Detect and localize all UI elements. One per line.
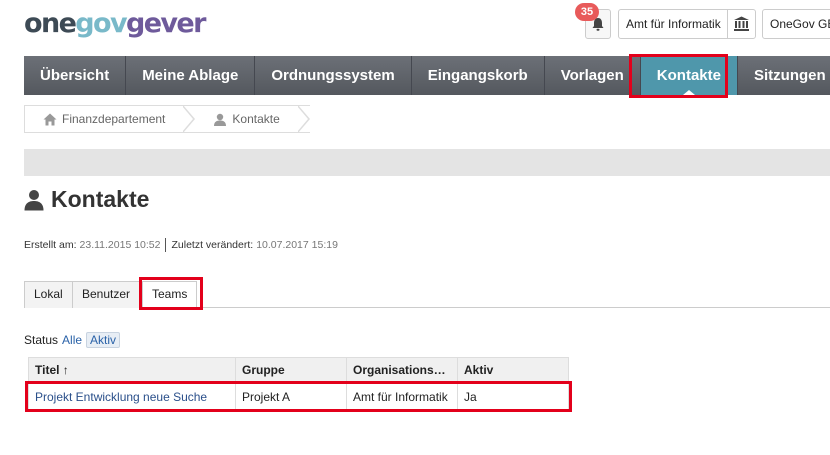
tab-lokal[interactable]: Lokal [24,281,73,308]
admin-unit-selector[interactable]: OneGov GEVER [762,9,830,39]
status-filter-aktiv[interactable]: Aktiv [86,332,121,348]
main-nav: Übersicht Meine Ablage Ordnungssystem Ei… [24,56,830,95]
team-title-link[interactable]: Projekt Entwicklung neue Suche [28,382,236,411]
user-icon [214,113,227,126]
breadcrumb-separator [182,105,196,133]
actions-bar [24,149,830,176]
building-icon [727,10,755,38]
breadcrumb-label: Kontakte [232,112,280,126]
column-header-gruppe[interactable]: Gruppe [235,357,347,383]
nav-item-vorlagen[interactable]: Vorlagen [545,56,641,95]
created-value: 23.11.2015 10:52 [79,239,161,251]
home-icon [43,113,57,125]
nav-item-uebersicht[interactable]: Übersicht [24,56,127,95]
table-header-row: Titel ↑ Gruppe Organisations… Aktiv [28,357,569,383]
status-filter-alle[interactable]: Alle [62,333,82,347]
breadcrumb-item-finanzdepartement[interactable]: Finanzdepartement [25,106,184,132]
logo-part-gov: gov [75,8,127,39]
breadcrumb-item-kontakte[interactable]: Kontakte [195,106,298,132]
modified-value: 10.07.2017 15:19 [256,239,338,251]
contact-tabs: Lokal Benutzer Teams [24,281,830,309]
logo-part-gever: gever [125,8,206,39]
team-group-cell: Projekt A [235,382,347,411]
column-header-organisation[interactable]: Organisations… [346,357,458,383]
team-active-cell: Ja [457,382,569,411]
nav-item-sitzungen[interactable]: Sitzungen [738,56,830,95]
nav-item-ordnungssystem[interactable]: Ordnungssystem [255,56,412,95]
org-unit-selector[interactable]: Amt für Informatik [618,9,756,39]
column-header-titel[interactable]: Titel ↑ [28,357,236,383]
breadcrumb-label: Finanzdepartement [62,112,166,126]
logo-part-one: one [24,8,77,39]
tab-benutzer[interactable]: Benutzer [72,281,141,308]
tab-teams[interactable]: Teams [142,281,198,309]
status-filter-label: Status [24,333,59,347]
onegovgever-logo[interactable]: onegovgever [24,8,206,39]
notifications-count-badge: 35 [575,3,599,21]
breadcrumb: Finanzdepartement Kontakte [24,105,310,133]
org-unit-label: Amt für Informatik [626,17,721,31]
page-heading: Kontakte [24,186,149,213]
metadata-divider [165,238,167,252]
modified-label: Zuletzt verändert: [171,239,254,251]
table-row[interactable]: Projekt Entwicklung neue Suche Projekt A… [28,382,569,411]
column-header-aktiv[interactable]: Aktiv [457,357,569,383]
nav-item-eingangskorb[interactable]: Eingangskorb [412,56,545,95]
created-label: Erstellt am: [24,239,77,251]
team-org-unit-cell: Amt für Informatik [346,382,458,411]
page-title: Kontakte [51,186,150,212]
document-metadata: Erstellt am: 23.11.2015 10:52 Zuletzt ve… [24,238,338,252]
nav-item-kontakte[interactable]: Kontakte [640,56,738,95]
breadcrumb-separator [296,105,310,133]
contact-person-icon [24,189,44,210]
nav-item-meine-ablage[interactable]: Meine Ablage [126,56,256,95]
status-filter: Status Alle Aktiv [24,332,121,348]
teams-table: Titel ↑ Gruppe Organisations… Aktiv Proj… [28,357,569,411]
